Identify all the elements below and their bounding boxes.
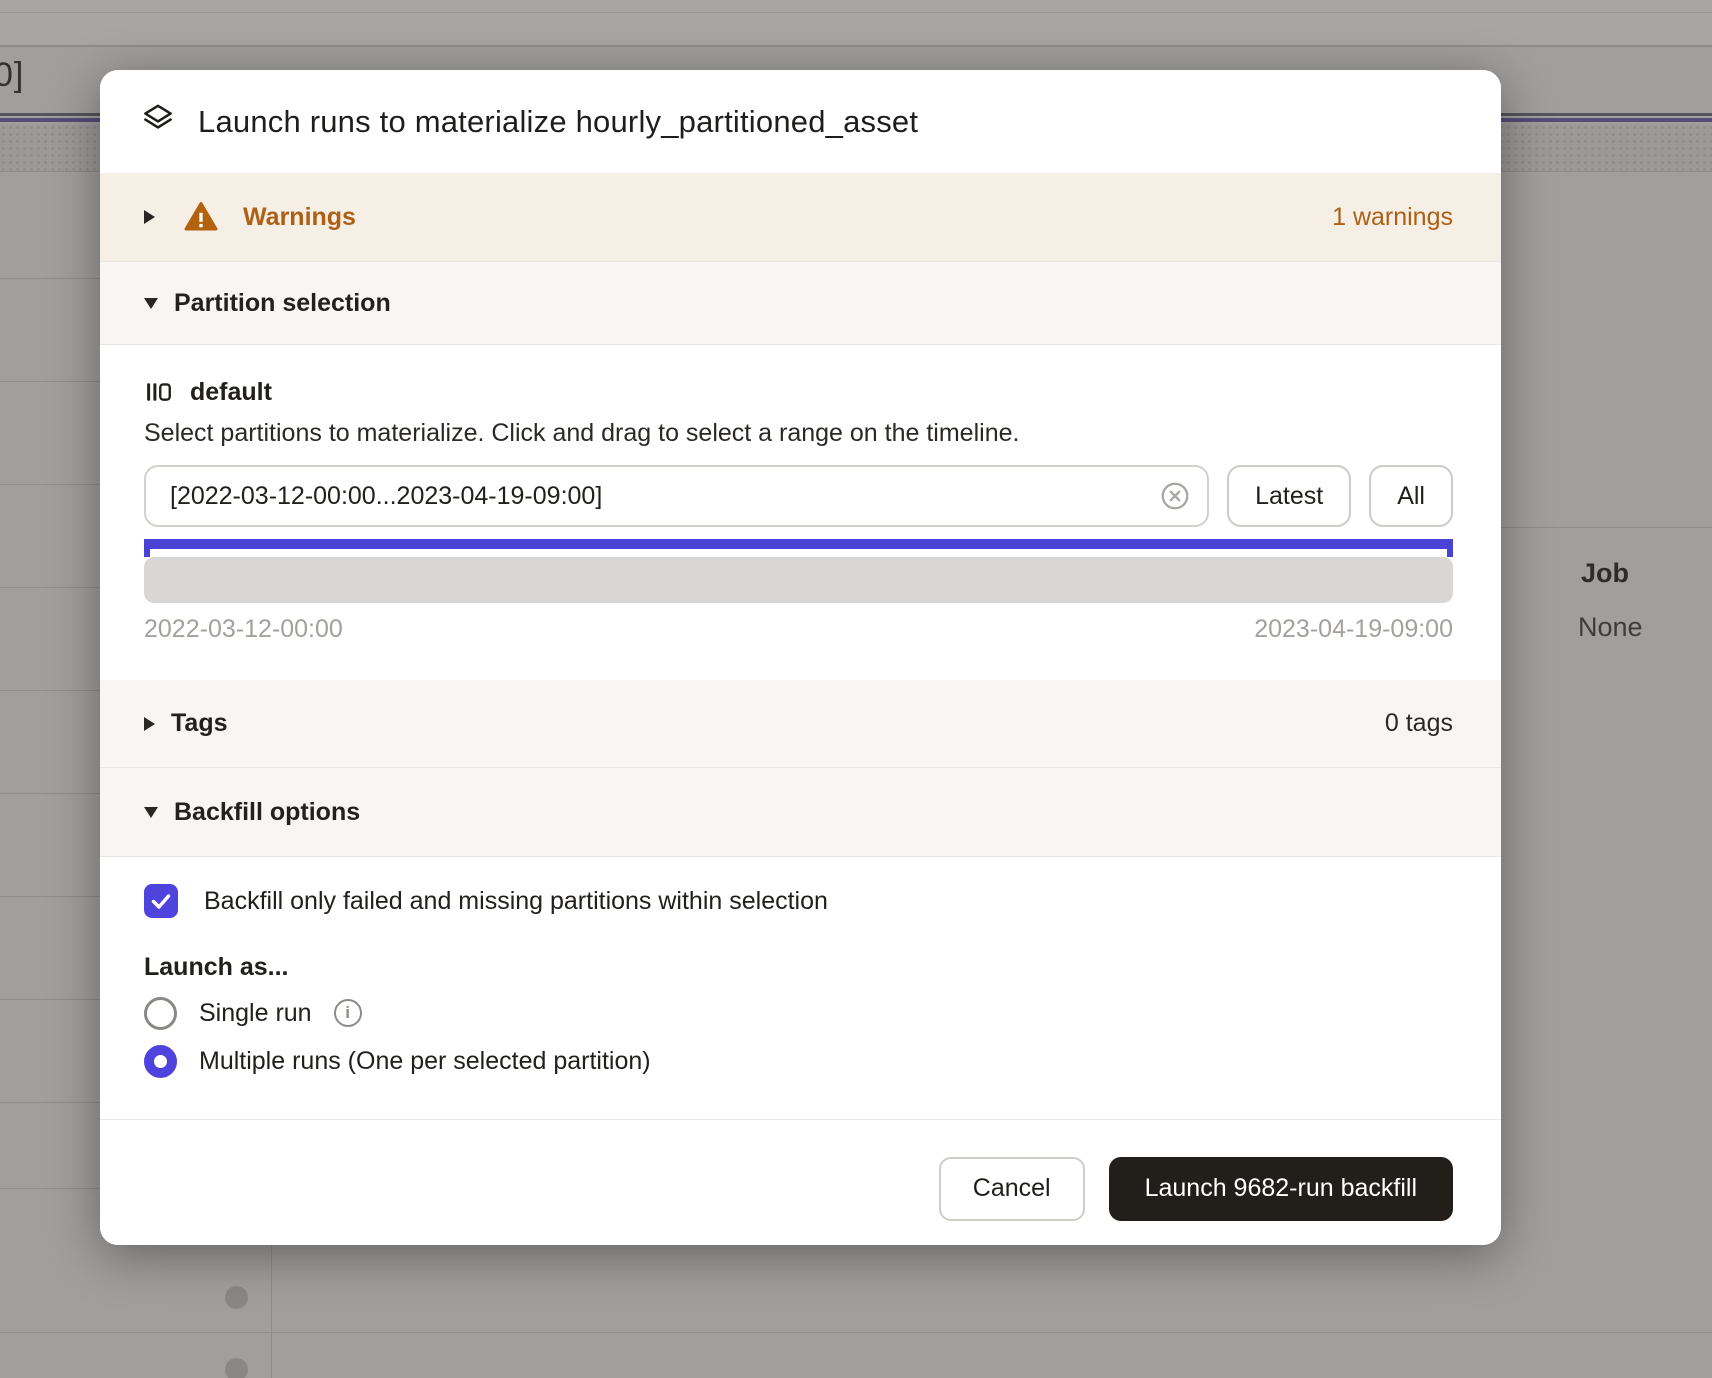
backdrop-row-divider	[0, 1332, 1712, 1333]
backdrop-row-divider	[1501, 527, 1712, 528]
tags-section-toggle[interactable]: Tags 0 tags	[100, 680, 1501, 768]
launch-backfill-dialog: Launch runs to materialize hourly_partit…	[100, 70, 1501, 1245]
backfill-options-section-toggle[interactable]: Backfill options	[100, 768, 1501, 857]
backdrop-status-dot	[225, 1358, 248, 1378]
clear-selection-button[interactable]	[1159, 480, 1191, 512]
backdrop-row-divider	[0, 896, 100, 897]
launch-as-label: Launch as...	[144, 953, 1453, 982]
partition-selection-section-toggle[interactable]: Partition selection	[100, 261, 1501, 345]
partition-selection-description: Select partitions to materialize. Click …	[144, 418, 1453, 449]
backdrop-row-divider	[0, 1188, 100, 1189]
backdrop-partial-input-text: 0]	[0, 56, 24, 95]
tags-count: 0 tags	[1385, 709, 1453, 738]
backfill-options-body: Backfill only failed and missing partiti…	[100, 857, 1501, 1119]
dialog-title: Launch runs to materialize hourly_partit…	[198, 104, 918, 140]
timeline-start-label: 2022-03-12-00:00	[144, 615, 343, 644]
backdrop-row-divider	[0, 793, 100, 794]
dialog-header: Launch runs to materialize hourly_partit…	[100, 70, 1501, 173]
chevron-down-icon	[144, 807, 158, 818]
chevron-right-icon	[144, 210, 155, 224]
backdrop-job-column-value: None	[1578, 612, 1643, 643]
launch-backfill-button[interactable]: Launch 9682-run backfill	[1109, 1157, 1453, 1221]
backdrop-row-divider	[0, 484, 100, 485]
warnings-section-toggle[interactable]: Warnings 1 warnings	[100, 173, 1501, 261]
warnings-label: Warnings	[243, 203, 356, 232]
multiple-runs-radio[interactable]	[144, 1045, 177, 1078]
backdrop-row-divider	[0, 381, 100, 382]
chevron-right-icon	[144, 717, 155, 731]
backdrop-row-divider	[0, 1102, 100, 1103]
backdrop-row-divider	[0, 278, 100, 279]
partition-set-icon	[144, 377, 174, 407]
backdrop-job-column-header: Job	[1581, 558, 1629, 589]
backdrop-row-divider	[0, 999, 100, 1000]
info-icon[interactable]: i	[334, 999, 362, 1027]
backdrop-row-divider	[0, 587, 100, 588]
backfill-only-failed-checkbox[interactable]	[144, 884, 178, 918]
partition-range-input[interactable]	[144, 465, 1209, 527]
warning-triangle-icon	[183, 199, 219, 235]
dialog-footer: Cancel Launch 9682-run backfill	[100, 1119, 1501, 1245]
clear-circle-icon	[1159, 500, 1191, 515]
latest-button[interactable]: Latest	[1227, 465, 1351, 527]
all-button[interactable]: All	[1369, 465, 1453, 527]
backdrop-status-dot	[225, 1286, 248, 1309]
asset-layers-icon	[140, 101, 176, 142]
cancel-button[interactable]: Cancel	[939, 1157, 1085, 1221]
checkmark-icon	[149, 889, 173, 913]
backdrop-row-divider	[0, 690, 100, 691]
chevron-down-icon	[144, 298, 158, 309]
timeline-selection-bracket[interactable]	[144, 539, 1453, 557]
warnings-count: 1 warnings	[1332, 203, 1453, 232]
multiple-runs-label: Multiple runs (One per selected partitio…	[199, 1047, 651, 1076]
backdrop-toolbar	[0, 0, 1712, 47]
single-run-radio[interactable]	[144, 997, 177, 1030]
timeline-end-label: 2023-04-19-09:00	[1254, 615, 1453, 644]
single-run-label: Single run	[199, 999, 312, 1028]
partition-timeline-bar[interactable]	[144, 557, 1453, 603]
partition-dimension-name: default	[190, 378, 272, 407]
partition-selection-body: default Select partitions to materialize…	[100, 345, 1501, 680]
backdrop-column-divider	[271, 1245, 272, 1378]
backfill-options-header: Backfill options	[174, 798, 360, 827]
tags-header: Tags	[171, 709, 228, 738]
partition-selection-header: Partition selection	[174, 289, 391, 318]
backdrop-toolbar-line	[0, 12, 1712, 13]
backfill-only-failed-label: Backfill only failed and missing partiti…	[204, 887, 828, 916]
